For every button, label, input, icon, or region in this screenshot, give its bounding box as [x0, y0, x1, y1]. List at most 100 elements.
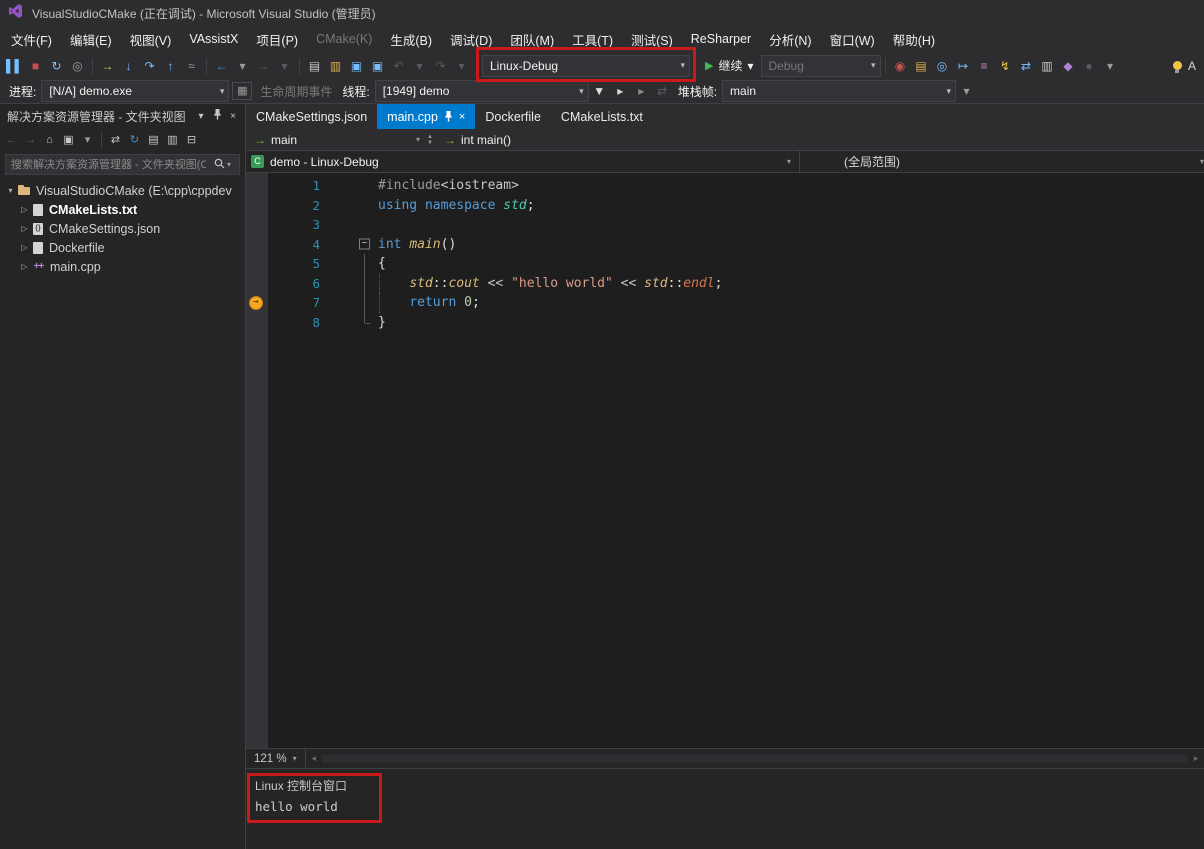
restart-icon[interactable]: ↻: [46, 56, 67, 76]
watch-window-icon[interactable]: ◎: [932, 56, 953, 76]
va-definition-value[interactable]: int main(): [461, 133, 511, 147]
navigate-forward-dropdown[interactable]: ▾: [274, 56, 295, 76]
console-output[interactable]: hello world: [255, 799, 1204, 814]
solution-configuration-combo[interactable]: Debug ▾: [761, 55, 881, 77]
va-spinner[interactable]: ▲ ▼: [424, 134, 436, 146]
save-icon[interactable]: ▣: [346, 56, 367, 76]
navigate-backward-icon[interactable]: ←: [211, 56, 232, 76]
breakpoint-margin[interactable]: [246, 215, 268, 235]
close-icon[interactable]: ×: [459, 111, 465, 123]
flag-thread-icon[interactable]: ▸: [610, 81, 631, 101]
pin-icon[interactable]: [209, 109, 225, 123]
redo-dropdown[interactable]: ▾: [451, 56, 472, 76]
menu-item-视图(V)[interactable]: 视图(V): [121, 26, 181, 53]
switch-views-icon[interactable]: ▣: [59, 130, 78, 150]
breakpoint-margin[interactable]: [246, 313, 268, 333]
forward-icon[interactable]: →: [21, 130, 40, 150]
navigate-forward-icon[interactable]: →: [253, 56, 274, 76]
redo-icon[interactable]: ↷: [430, 56, 451, 76]
breakpoint-margin[interactable]: →: [246, 293, 268, 313]
step-over-icon[interactable]: ↷: [139, 56, 160, 76]
lightbulb-icon[interactable]: [1173, 61, 1182, 70]
breakpoint-margin[interactable]: [246, 196, 268, 216]
show-threads-in-source-icon[interactable]: ⇄: [652, 81, 673, 101]
search-icon[interactable]: [211, 156, 227, 174]
menu-item-编辑(E)[interactable]: 编辑(E): [61, 26, 121, 53]
show-flagged-only-icon[interactable]: ▸: [631, 81, 652, 101]
breakpoint-margin[interactable]: [246, 235, 268, 255]
horizontal-scroll-track[interactable]: [322, 755, 1188, 763]
new-file-icon[interactable]: ▤: [304, 56, 325, 76]
thread-combo[interactable]: [1949] demo ▾: [375, 80, 589, 102]
refresh-icon[interactable]: ↻: [125, 130, 144, 150]
menu-item-调试(D)[interactable]: 调试(D): [441, 26, 501, 53]
menu-item-ReSharper[interactable]: ReSharper: [682, 28, 760, 50]
breakpoint-margin[interactable]: [246, 274, 268, 294]
tree-item-main.cpp[interactable]: ▷++main.cpp: [0, 257, 245, 276]
threads-window-icon[interactable]: ⇄: [1016, 56, 1037, 76]
show-next-statement-icon[interactable]: →: [97, 56, 118, 76]
stack-frame-combo[interactable]: main ▾: [722, 80, 956, 102]
breakpoint-margin[interactable]: [246, 176, 268, 196]
search-options-dropdown-icon[interactable]: ▾: [227, 160, 239, 169]
tree-item-CMakeLists.txt[interactable]: ▷CMakeLists.txt: [0, 200, 245, 219]
pin-icon[interactable]: [444, 111, 453, 122]
code-editor[interactable]: 1#include<iostream>2using namespace std;…: [246, 173, 1204, 748]
menu-item-帮助(H)[interactable]: 帮助(H): [884, 26, 944, 53]
home-icon[interactable]: ⌂: [40, 130, 59, 150]
diagnostics-icon[interactable]: ◎: [67, 56, 88, 76]
menu-item-窗口(W)[interactable]: 窗口(W): [821, 26, 884, 53]
va-step-filter-icon[interactable]: ≈: [181, 56, 202, 76]
sync-with-active-document-icon[interactable]: ⇄: [106, 130, 125, 150]
filter-frames-icon[interactable]: ▼: [589, 81, 610, 101]
expand-chevron-icon[interactable]: ▷: [18, 205, 31, 214]
memory-window-icon[interactable]: ▤: [911, 56, 932, 76]
collapse-region-icon[interactable]: −: [359, 239, 370, 250]
menu-item-测试(S)[interactable]: 测试(S): [622, 26, 682, 53]
switch-views-dropdown[interactable]: ▾: [78, 130, 97, 150]
properties-icon[interactable]: ▥: [163, 130, 182, 150]
tree-item-VisualStudioCMake (E:\cpp\cppdev[interactable]: ▾VisualStudioCMake (E:\cpp\cppdev: [0, 181, 245, 200]
menu-item-VAssistX[interactable]: VAssistX: [180, 28, 247, 50]
break-all-icon[interactable]: ▌▌: [4, 56, 25, 76]
save-all-icon[interactable]: ▣: [367, 56, 388, 76]
tree-item-CMakeSettings.json[interactable]: ▷{}CMakeSettings.json: [0, 219, 245, 238]
menu-item-项目(P)[interactable]: 项目(P): [247, 26, 307, 53]
modules-window-icon[interactable]: ▥: [1037, 56, 1058, 76]
parallel-stacks-icon[interactable]: ◆: [1058, 56, 1079, 76]
show-all-files-icon[interactable]: ▤: [144, 130, 163, 150]
zoom-combo[interactable]: 121 % ▾: [246, 749, 306, 768]
toolbar-overflow-dropdown[interactable]: ▾: [1100, 56, 1121, 76]
exception-settings-icon[interactable]: ↯: [995, 56, 1016, 76]
search-input[interactable]: [6, 159, 211, 171]
window-position-dropdown-icon[interactable]: ▾: [193, 111, 209, 122]
startup-target-combo[interactable]: Linux-Debug ▾: [482, 55, 690, 77]
close-icon[interactable]: ×: [225, 111, 241, 122]
breakpoints-window-icon[interactable]: ◉: [890, 56, 911, 76]
menu-item-生成(B)[interactable]: 生成(B): [381, 26, 441, 53]
tab-main.cpp[interactable]: main.cpp×: [377, 104, 475, 129]
expand-chevron-icon[interactable]: ▷: [18, 262, 31, 271]
collapse-all-icon[interactable]: ⊟: [182, 130, 201, 150]
back-icon[interactable]: ←: [2, 130, 21, 150]
collapse-chevron-icon[interactable]: ▾: [4, 186, 17, 195]
scroll-left-icon[interactable]: ◂: [306, 753, 322, 764]
expand-chevron-icon[interactable]: ▷: [18, 224, 31, 233]
expand-chevron-icon[interactable]: ▷: [18, 243, 31, 252]
type-scope-combo[interactable]: (全局范围) ▾: [799, 151, 1204, 172]
undo-icon[interactable]: ↶: [388, 56, 409, 76]
menu-item-文件(F)[interactable]: 文件(F): [2, 26, 61, 53]
tab-CMakeSettings.json[interactable]: CMakeSettings.json: [246, 104, 377, 129]
open-file-icon[interactable]: ▥: [325, 56, 346, 76]
va-context-combo[interactable]: → main ▾: [246, 133, 424, 147]
call-stack-window-icon[interactable]: ≡: [974, 56, 995, 76]
project-scope-combo[interactable]: C demo - Linux-Debug ▾: [246, 155, 799, 169]
diagnostic-tools-icon[interactable]: ●: [1079, 56, 1100, 76]
immediate-window-icon[interactable]: ↦: [953, 56, 974, 76]
tab-Dockerfile[interactable]: Dockerfile: [475, 104, 551, 129]
navigate-backward-dropdown[interactable]: ▾: [232, 56, 253, 76]
tab-CMakeLists.txt[interactable]: CMakeLists.txt: [551, 104, 653, 129]
menu-item-工具(T)[interactable]: 工具(T): [563, 26, 622, 53]
lifecycle-events-icon[interactable]: ▦: [232, 82, 252, 100]
process-combo[interactable]: [N/A] demo.exe ▾: [41, 80, 229, 102]
